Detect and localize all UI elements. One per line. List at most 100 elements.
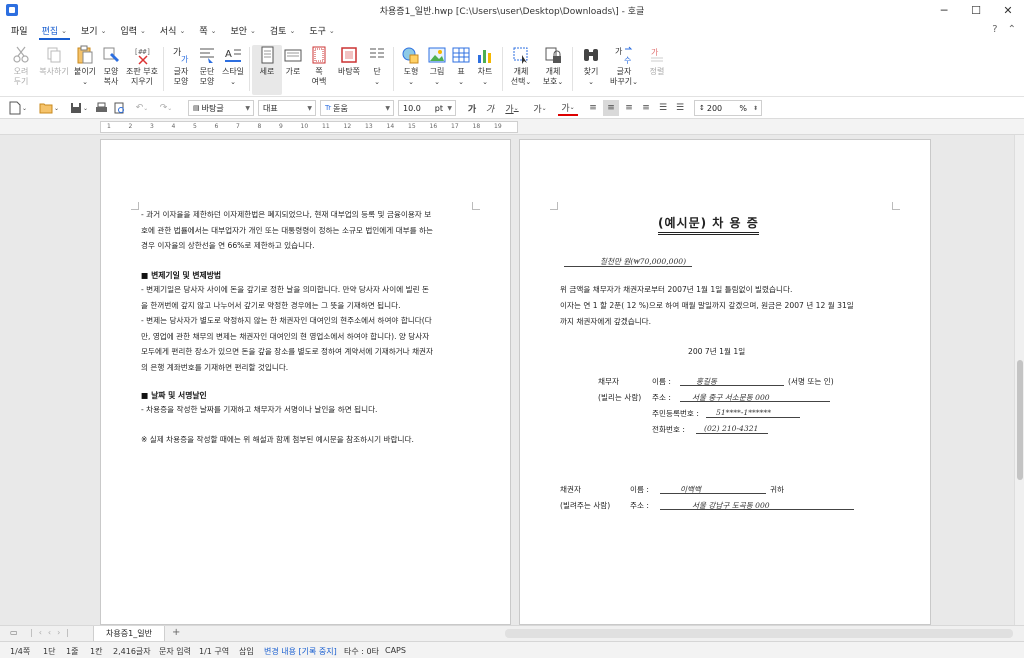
copy-button[interactable]: 복사하기	[36, 45, 72, 77]
debtor-sign-note: (서명 또는 인)	[788, 377, 834, 386]
save-icon[interactable]: ⌄	[68, 100, 90, 116]
menu-bar: 파일 편집 ⌄ 보기 ⌄ 입력 ⌄ 서식 ⌄ 쪽 ⌄ 보안 ⌄ 검토 ⌄ 도구 ⌄ ? ⌃	[0, 20, 1024, 41]
align-left-icon[interactable]: ≡	[603, 100, 619, 116]
chevron-down-icon: ⌄	[525, 78, 532, 86]
menu-review[interactable]: 검토 ⌄	[263, 20, 302, 41]
status-typing-speed: 타수 : 0타	[344, 647, 379, 656]
chevron-down-icon: ⌄	[82, 78, 88, 86]
line-spacing-input[interactable]: ↕ 200% ⬍	[694, 100, 762, 116]
columns-icon	[366, 45, 388, 65]
debtor-address-underline	[680, 401, 830, 402]
style-button[interactable]: A 스타일 ⌄	[218, 45, 248, 87]
menu-view[interactable]: 보기 ⌄	[74, 20, 113, 41]
ruler-number: 13	[365, 123, 373, 130]
status-input-mode: 문자 입력	[159, 647, 191, 656]
language-select[interactable]: 대표 ▼	[258, 100, 316, 116]
align-right-icon[interactable]: ≡	[639, 100, 653, 116]
print-icon[interactable]	[94, 100, 108, 116]
sort-icon: 가	[646, 45, 668, 65]
page-margins-icon	[308, 45, 330, 65]
menu-tools[interactable]: 도구 ⌄	[302, 20, 341, 41]
document-area[interactable]: - 과거 이자율을 제한하던 이자제한법은 폐지되었으나, 현재 대부업의 등록…	[0, 135, 1014, 625]
contract-date: 200 7년 1월 1일	[688, 347, 746, 356]
style-select[interactable]: ▤ 바탕글 ▼	[188, 100, 254, 116]
underline-icon[interactable]: 가 ⌄	[502, 100, 522, 116]
chevron-down-icon: ▼	[385, 104, 390, 112]
ruler-number: 10	[300, 123, 309, 130]
status-section: 1/1 구역	[199, 647, 230, 656]
page-corner-mark	[472, 202, 480, 210]
bold-icon[interactable]: 가	[466, 100, 478, 116]
chevron-down-icon: ⌄	[61, 26, 67, 35]
chevron-down-icon: ⌄	[179, 26, 186, 35]
print-preview-icon[interactable]	[112, 100, 126, 116]
redo-icon[interactable]: ↷ ⌄	[156, 100, 176, 116]
menu-format[interactable]: 서식 ⌄	[153, 20, 192, 41]
vertical-scroll-thumb[interactable]	[1017, 360, 1023, 480]
menu-page[interactable]: 쪽 ⌄	[192, 20, 223, 41]
binoculars-icon	[580, 45, 602, 65]
menu-file[interactable]: 파일	[4, 20, 35, 41]
line-spacing-icon: ↕	[699, 104, 705, 112]
object-select-button[interactable]: 개체 선택⌄	[506, 45, 536, 87]
chevron-down-icon: ⌄	[210, 26, 217, 35]
page-border-button[interactable]: 바탕쪽	[334, 45, 364, 77]
italic-icon[interactable]: 가	[484, 100, 496, 116]
margins-button[interactable]: 쪽 여백	[304, 45, 334, 87]
tab-nav-arrows-icon[interactable]: |‹‹›|	[30, 628, 75, 637]
status-bar: 1/4쪽 1단 1줄 1칸 2,416글자 문자 입력 1/1 구역 삽입 변경…	[0, 641, 1024, 658]
new-document-icon[interactable]: ⌄	[8, 100, 28, 116]
close-button[interactable]: ✕	[992, 0, 1024, 20]
ribbon-separator	[502, 47, 503, 91]
open-folder-icon[interactable]: ⌄	[38, 100, 60, 116]
font-size-input[interactable]: 10.0 pt ▼	[398, 100, 456, 116]
menu-security[interactable]: 보안 ⌄	[223, 20, 262, 41]
add-tab-button[interactable]: +	[172, 627, 180, 638]
chevron-down-icon: ⌄	[100, 26, 107, 35]
clear-format-button[interactable]: [##] 조판 부호 지우기	[124, 45, 160, 87]
undo-icon[interactable]: ↶ ⌄	[132, 100, 152, 116]
menu-input[interactable]: 입력 ⌄	[113, 20, 152, 41]
format-copy-button[interactable]: 모양 복사	[96, 45, 126, 87]
minimize-button[interactable]: ─	[928, 0, 960, 20]
object-protect-button[interactable]: 개체 보호⌄	[538, 45, 568, 87]
align-center-icon[interactable]: ≡	[622, 100, 636, 116]
columns-button[interactable]: 단 ⌄	[362, 45, 392, 87]
chevron-down-icon: ⌄	[289, 26, 296, 35]
creditor-name-underline	[660, 493, 766, 494]
align-distribute-icon[interactable]: ☰	[656, 100, 670, 116]
creditor-suffix: 귀하	[770, 485, 784, 494]
chevron-down-icon: ⌄	[588, 78, 594, 86]
page-right[interactable]: (예시문) 차 용 증 칠천만 원(₩70,000,000) 위 금액을 채무자…	[519, 139, 931, 625]
horizontal-ruler[interactable]: 1 2 3 4 5 6 7 8 9 10 11 12 13 14 15 16 17 18 19	[100, 121, 518, 133]
ribbon-collapse-icon[interactable]: ⌃	[1008, 24, 1016, 35]
status-track-changes[interactable]: 변경 내용 [기록 중지]	[264, 646, 337, 657]
status-char-count: 2,416글자	[113, 647, 151, 656]
menu-edit[interactable]: 편집 ⌄	[35, 20, 74, 41]
ruler-number: 17	[451, 123, 459, 130]
chevron-down-icon: ⌄	[140, 26, 146, 35]
chart-button[interactable]: 차트 ⌄	[470, 45, 500, 87]
replace-icon: 가수	[613, 45, 635, 65]
debtor-phone-label: 전화번호 :	[652, 425, 685, 434]
tab-list-icon[interactable]: ▭	[10, 628, 18, 637]
align-justify-icon[interactable]: ≡	[586, 100, 600, 116]
tab-document[interactable]: 차용증1_일반	[93, 626, 165, 642]
page-left[interactable]: - 과거 이자율을 제한하던 이자제한법은 폐지되었으나, 현재 대부업의 등록…	[100, 139, 511, 625]
align-divide-icon[interactable]: ☰	[673, 100, 687, 116]
cut-button[interactable]: 오려 두기	[6, 45, 36, 87]
maximize-button[interactable]: ☐	[960, 0, 992, 20]
find-button[interactable]: 찾기 ⌄	[576, 45, 606, 87]
font-type-icon: Tr	[325, 104, 332, 112]
vertical-scrollbar[interactable]	[1014, 135, 1024, 625]
help-icon[interactable]: ?	[992, 24, 997, 35]
replace-button[interactable]: 가수 글자 바꾸기⌄	[606, 45, 642, 87]
strikethrough-icon[interactable]: 가 ⌄	[530, 100, 550, 116]
tidy-button[interactable]: 가 정렬	[642, 45, 672, 77]
horizontal-scrollbar[interactable]	[505, 629, 1013, 638]
status-insert-mode[interactable]: 삽입	[239, 646, 254, 657]
shapes-icon	[400, 45, 422, 65]
font-color-icon[interactable]: 가 ⌄	[558, 100, 578, 116]
clear-format-icon: [##]	[131, 45, 153, 65]
font-select[interactable]: Tr 돋움 ▼	[320, 100, 394, 116]
